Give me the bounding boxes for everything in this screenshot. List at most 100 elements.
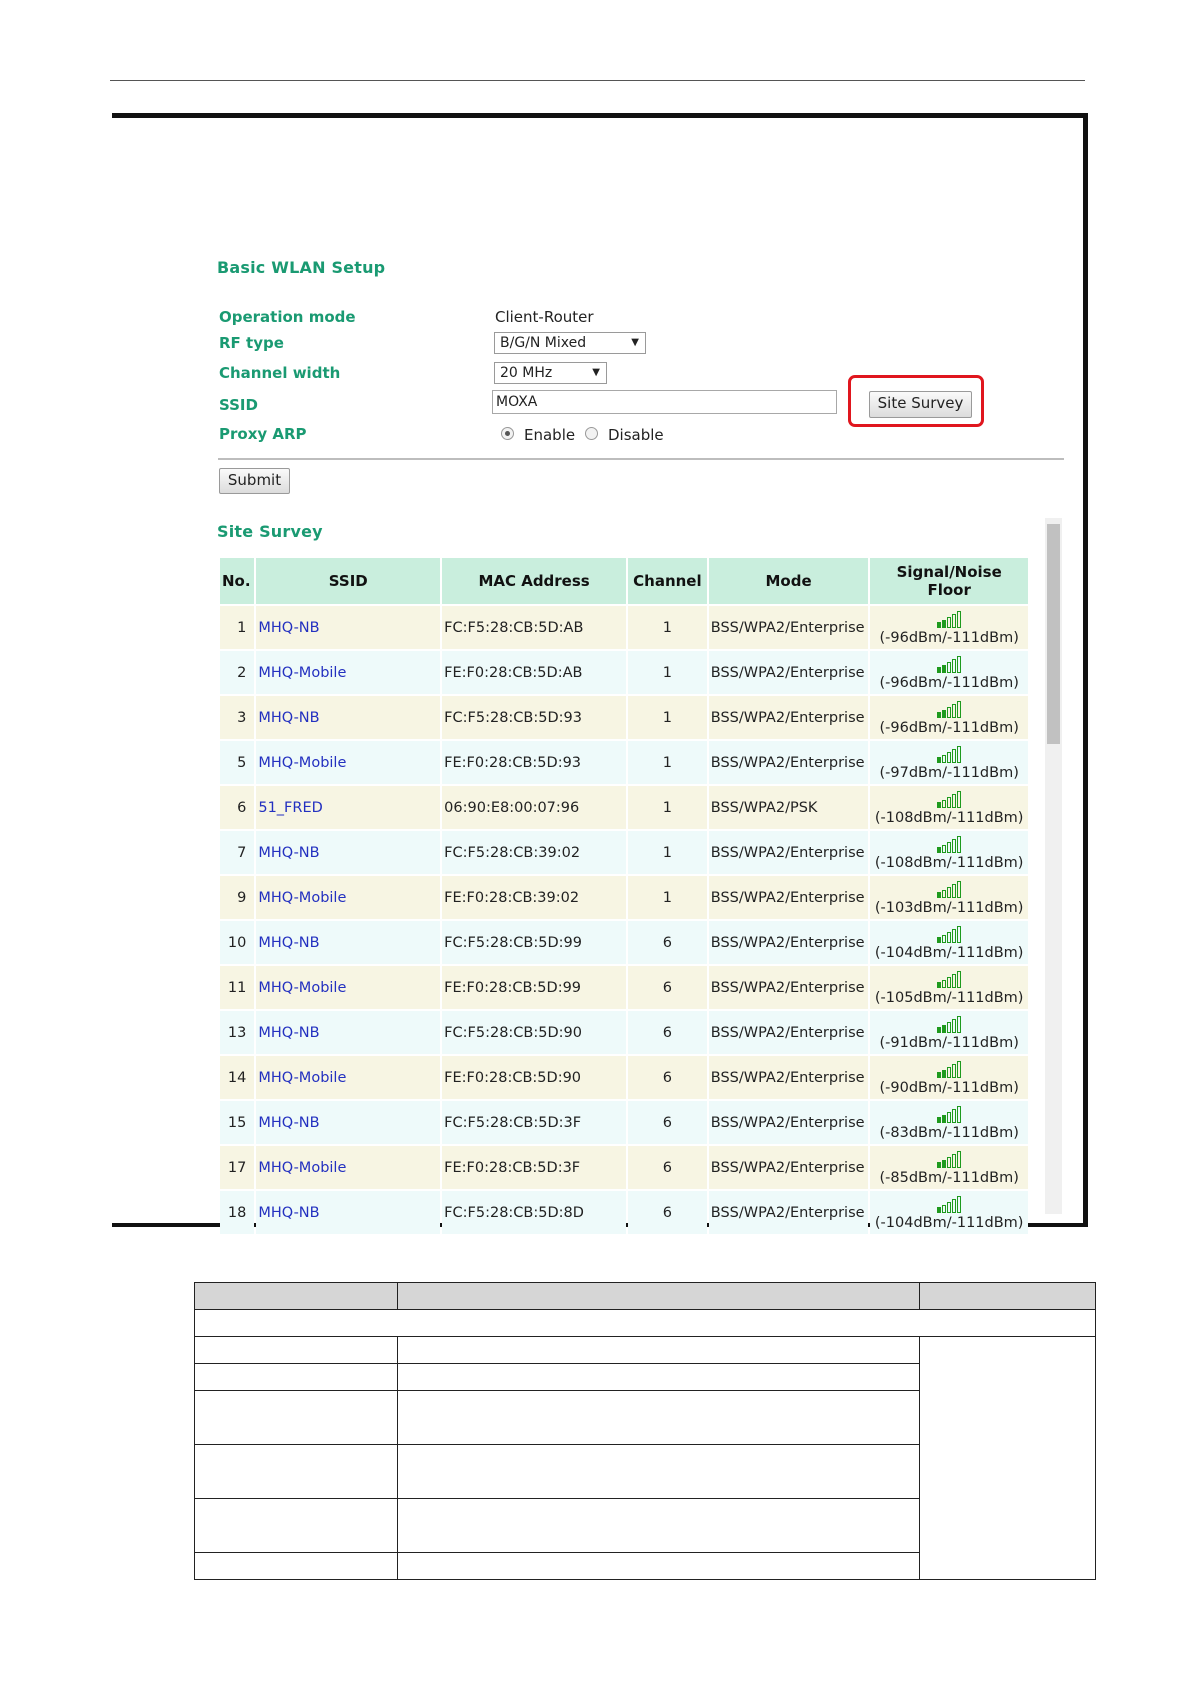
channel-value: 6	[628, 1191, 707, 1234]
security-mode: BSS/WPA2/Enterprise	[708, 876, 869, 919]
page-header-rule	[110, 80, 1085, 81]
ssid-input[interactable]: MOXA	[492, 390, 837, 414]
signal-cell: (-96dBm/-111dBm)	[870, 696, 1028, 739]
parameter-table	[194, 1282, 1096, 1580]
signal-cell: (-96dBm/-111dBm)	[870, 651, 1028, 694]
channel-width-select[interactable]: 20 MHz ▼	[494, 362, 607, 384]
signal-bar	[947, 1066, 952, 1078]
table-cell	[397, 1282, 920, 1310]
signal-noise-value: (-85dBm/-111dBm)	[879, 1169, 1019, 1186]
row-number: 15	[220, 1101, 255, 1144]
signal-bar	[937, 936, 942, 943]
ssid-link[interactable]: MHQ-NB	[256, 696, 441, 739]
ssid-link[interactable]: MHQ-NB	[256, 1011, 441, 1054]
rf-type-select[interactable]: B/G/N Mixed ▼	[494, 332, 646, 354]
signal-noise-value: (-96dBm/-111dBm)	[879, 629, 1019, 646]
channel-value: 6	[628, 1101, 707, 1144]
table-cell	[397, 1444, 920, 1499]
signal-cell: (-103dBm/-111dBm)	[870, 876, 1028, 919]
submit-button[interactable]: Submit	[219, 468, 290, 494]
mac-address: FE:F0:28:CB:5D:90	[442, 1056, 626, 1099]
table-cell	[194, 1498, 398, 1553]
table-cell	[194, 1363, 398, 1391]
table-row	[194, 1309, 1096, 1337]
signal-bar	[937, 1116, 942, 1123]
mac-address: 06:90:E8:00:07:96	[442, 786, 626, 829]
channel-value: 1	[628, 831, 707, 874]
signal-bar	[947, 931, 952, 943]
signal-strength-icon	[937, 970, 962, 988]
signal-bar	[947, 616, 952, 628]
ssid-link[interactable]: 51_FRED	[256, 786, 441, 829]
ssid-link[interactable]: MHQ-Mobile	[256, 1056, 441, 1099]
mac-address: FC:F5:28:CB:5D:99	[442, 921, 626, 964]
mac-address: FC:F5:28:CB:5D:93	[442, 696, 626, 739]
signal-bar	[937, 846, 942, 853]
table-cell	[194, 1282, 398, 1310]
signal-noise-value: (-83dBm/-111dBm)	[879, 1124, 1019, 1141]
signal-strength-icon	[937, 790, 962, 808]
proxy-arp-disable-radio[interactable]	[585, 427, 598, 440]
rf-type-label: RF type	[219, 334, 284, 352]
security-mode: BSS/WPA2/Enterprise	[708, 831, 869, 874]
proxy-arp-disable-label: Disable	[608, 426, 664, 444]
signal-bar	[957, 610, 962, 628]
row-number: 6	[220, 786, 255, 829]
signal-bar	[952, 1153, 957, 1168]
proxy-arp-enable-label: Enable	[524, 426, 576, 444]
operation-mode-label: Operation mode	[219, 308, 356, 326]
security-mode: BSS/WPA2/Enterprise	[708, 696, 869, 739]
table-row: 3 MHQ-NB FC:F5:28:CB:5D:93 1 BSS/WPA2/Enterp…	[220, 696, 1028, 739]
signal-bar	[937, 621, 942, 628]
column-header-mode: Mode	[708, 558, 869, 604]
mac-address: FC:F5:28:CB:5D:90	[442, 1011, 626, 1054]
table-cell	[194, 1444, 398, 1499]
security-mode: BSS/WPA2/PSK	[708, 786, 869, 829]
site-survey-button[interactable]: Site Survey	[869, 391, 972, 418]
signal-bar	[942, 709, 947, 718]
mac-address: FC:F5:28:CB:39:02	[442, 831, 626, 874]
signal-cell: (-104dBm/-111dBm)	[870, 1191, 1028, 1234]
mac-address: FC:F5:28:CB:5D:AB	[442, 606, 626, 649]
ssid-link[interactable]: MHQ-Mobile	[256, 1146, 441, 1189]
ssid-link[interactable]: MHQ-NB	[256, 1101, 441, 1144]
ssid-link[interactable]: MHQ-Mobile	[256, 966, 441, 1009]
dropdown-arrow-icon: ▼	[592, 367, 600, 378]
proxy-arp-label: Proxy ARP	[219, 425, 307, 443]
signal-strength-icon	[937, 1195, 962, 1213]
signal-noise-value: (-97dBm/-111dBm)	[879, 764, 1019, 781]
signal-bar	[942, 1114, 947, 1123]
ssid-link[interactable]: MHQ-NB	[256, 831, 441, 874]
table-scrollbar[interactable]	[1045, 518, 1062, 1214]
signal-bar	[952, 613, 957, 628]
signal-cell: (-97dBm/-111dBm)	[870, 741, 1028, 784]
ssid-link[interactable]: MHQ-Mobile	[256, 876, 441, 919]
proxy-arp-enable-radio[interactable]	[501, 427, 514, 440]
ssid-label: SSID	[219, 396, 258, 414]
channel-value: 1	[628, 606, 707, 649]
ssid-link[interactable]: MHQ-Mobile	[256, 651, 441, 694]
scrollbar-thumb[interactable]	[1047, 524, 1060, 744]
table-cell	[194, 1390, 398, 1445]
ssid-link[interactable]: MHQ-Mobile	[256, 741, 441, 784]
signal-cell: (-108dBm/-111dBm)	[870, 831, 1028, 874]
signal-bar	[947, 1111, 952, 1123]
signal-bar	[947, 1021, 952, 1033]
ssid-link[interactable]: MHQ-NB	[256, 606, 441, 649]
signal-strength-icon	[937, 700, 962, 718]
column-header-ssid: SSID	[256, 558, 441, 604]
signal-bar	[937, 1026, 942, 1033]
signal-bar	[942, 844, 947, 853]
signal-bar	[957, 880, 962, 898]
table-cell	[194, 1309, 1096, 1337]
signal-bar	[947, 1156, 952, 1168]
row-number: 11	[220, 966, 255, 1009]
signal-noise-value: (-96dBm/-111dBm)	[879, 719, 1019, 736]
signal-bar	[957, 835, 962, 853]
ssid-link[interactable]: MHQ-NB	[256, 1191, 441, 1234]
ssid-link[interactable]: MHQ-NB	[256, 921, 441, 964]
channel-value: 1	[628, 651, 707, 694]
signal-noise-value: (-108dBm/-111dBm)	[874, 809, 1024, 826]
signal-bar	[942, 934, 947, 943]
row-number: 10	[220, 921, 255, 964]
